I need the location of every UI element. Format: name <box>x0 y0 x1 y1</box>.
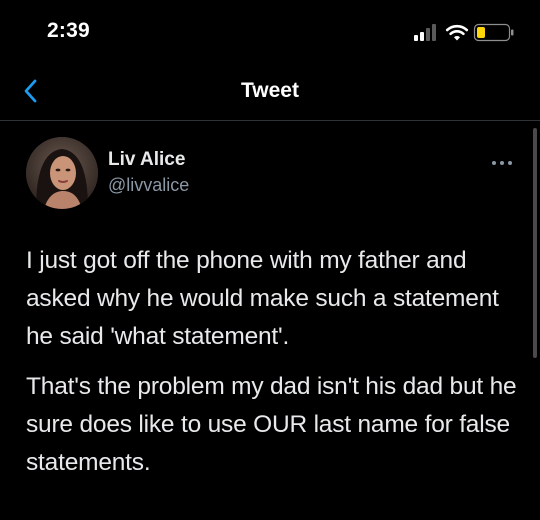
more-options-button[interactable] <box>490 155 514 165</box>
author-name[interactable]: Liv Alice <box>108 149 185 171</box>
page-title: Tweet <box>241 79 299 102</box>
status-bar: 2:39 <box>0 0 540 60</box>
wifi-icon <box>445 24 469 41</box>
tweet-paragraph: I just got off the phone with my father … <box>26 247 499 350</box>
status-icons <box>414 23 518 42</box>
status-icons-svg <box>414 23 514 42</box>
tweet-paragraph: That's the problem my dad isn't his dad … <box>26 373 517 476</box>
battery-icon <box>473 23 514 42</box>
scrollbar-thumb[interactable] <box>533 128 537 358</box>
ellipsis-icon <box>492 161 512 165</box>
avatar-photo <box>26 137 98 209</box>
signal-icon <box>414 24 436 41</box>
status-time: 2:39 <box>47 19 90 42</box>
avatar[interactable] <box>26 137 98 209</box>
author-handle[interactable]: @livvalice <box>108 175 189 196</box>
tweet-author-row: Liv Alice @livvalice <box>0 121 540 221</box>
nav-bar: Tweet <box>0 62 540 121</box>
tweet-text: I just got off the phone with my father … <box>26 242 526 494</box>
